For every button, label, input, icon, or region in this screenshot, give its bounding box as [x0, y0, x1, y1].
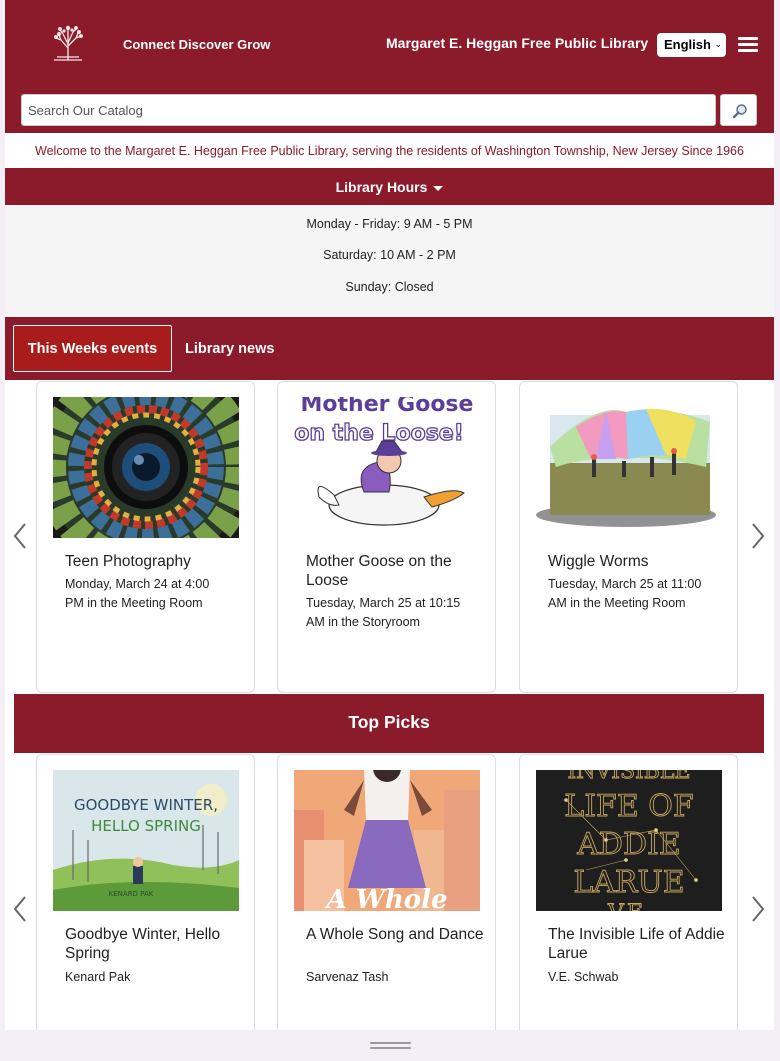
chevron-right-icon[interactable]	[751, 895, 765, 923]
library-tree-logo-icon[interactable]	[51, 24, 85, 62]
hours-weekday: Monday - Friday: 9 AM - 5 PM	[306, 217, 473, 231]
welcome-message: Welcome to the Margaret E. Heggan Free P…	[35, 144, 744, 158]
svg-text:on the Loose!: on the Loose!	[294, 421, 464, 446]
language-select[interactable]: English ⌄	[657, 33, 726, 57]
svg-text:Mother Goose: Mother Goose	[301, 397, 474, 417]
search-button[interactable]	[720, 94, 757, 126]
library-hours-label: Library Hours	[335, 179, 428, 195]
cover-author: KENARD PAK	[109, 890, 154, 898]
cover-title: A Whole	[323, 885, 447, 911]
cover-title-line-2: LIFE OF	[564, 789, 693, 824]
event-card[interactable]: Mother Goose on the Loose! Mother Goose …	[277, 381, 496, 693]
chevron-left-icon[interactable]	[13, 895, 27, 923]
event-detail: Tuesday, March 25 at 11:00 AM in the Mee…	[548, 577, 702, 610]
chevron-down-icon: ⌄	[714, 39, 722, 49]
book-card[interactable]: A Whole A Whole Song and Dance Sarvenaz …	[277, 754, 496, 1030]
book-author: Sarvenaz Tash	[306, 970, 389, 984]
search-bar: Search Our Catalog	[5, 86, 774, 133]
chevron-left-icon[interactable]	[13, 522, 27, 550]
resize-handle[interactable]	[370, 1042, 411, 1050]
event-image-camera-lens	[53, 397, 239, 538]
menu-icon[interactable]	[738, 37, 758, 53]
cover-author: V.E.	[607, 901, 650, 911]
language-select-value: English	[664, 37, 711, 52]
event-card[interactable]: Teen Photography Monday, March 24 at 4:0…	[36, 381, 255, 693]
book-author: V.E. Schwab	[548, 970, 619, 984]
book-title[interactable]: A Whole Song and Dance	[306, 925, 486, 944]
tab-library-news[interactable]: Library news	[185, 341, 274, 357]
event-title[interactable]: Teen Photography	[65, 552, 245, 571]
book-author: Kenard Pak	[65, 970, 131, 984]
event-card[interactable]: Wiggle Worms Tuesday, March 25 at 11:00 …	[519, 381, 738, 693]
book-cover-a-whole-song-and-dance: A Whole	[294, 770, 480, 911]
event-title[interactable]: Wiggle Worms	[548, 552, 728, 571]
cover-title-line-3: ADDIE	[576, 827, 681, 862]
book-title[interactable]: The Invisible Life of Addie Larue	[548, 925, 728, 963]
top-picks-heading: Top Picks	[14, 694, 764, 753]
event-image-mother-goose: Mother Goose on the Loose!	[294, 397, 480, 538]
cover-title-line-2: HELLO SPRING	[91, 817, 201, 835]
event-title[interactable]: Mother Goose on the Loose	[306, 552, 486, 590]
tab-this-weeks-events[interactable]: This Weeks events	[13, 325, 172, 372]
library-name[interactable]: Margaret E. Heggan Free Public Library	[386, 35, 648, 51]
hours-panel: Monday - Friday: 9 AM - 5 PM Saturday: 1…	[5, 205, 774, 317]
cover-title-line-1: GOODBYE WINTER,	[74, 796, 218, 814]
chevron-right-icon[interactable]	[751, 522, 765, 550]
cover-title-line-1: INVISIBLE	[567, 770, 690, 784]
page: Connect Discover Grow Margaret E. Heggan…	[5, 0, 774, 1030]
event-detail: Monday, March 24 at 4:00 PM in the Meeti…	[65, 577, 210, 610]
tabs-bar: This Weeks events Library news	[5, 317, 774, 380]
book-cover-invisible-life-of-addie-larue: INVISIBLE LIFE OF ADDIE LARUE V.E.	[536, 770, 722, 911]
search-input[interactable]: Search Our Catalog	[21, 94, 716, 126]
search-icon	[732, 104, 747, 119]
event-detail: Tuesday, March 25 at 10:15 AM in the Sto…	[306, 596, 461, 629]
hours-sunday: Sunday: Closed	[345, 280, 434, 294]
event-image-wiggle-worms	[536, 397, 722, 538]
book-card[interactable]: GOODBYE WINTER, HELLO SPRING KENARD PAK …	[36, 754, 255, 1030]
site-tagline: Connect Discover Grow	[123, 37, 271, 52]
hours-saturday: Saturday: 10 AM - 2 PM	[323, 248, 456, 262]
caret-down-icon	[433, 185, 444, 191]
book-cover-goodbye-winter: GOODBYE WINTER, HELLO SPRING KENARD PAK	[53, 770, 239, 911]
book-card[interactable]: INVISIBLE LIFE OF ADDIE LARUE V.E. The I…	[519, 754, 738, 1030]
book-title[interactable]: Goodbye Winter, Hello Spring	[65, 925, 245, 963]
cover-title-line-4: LARUE	[573, 865, 684, 900]
site-header: Connect Discover Grow Margaret E. Heggan…	[5, 0, 774, 86]
library-hours-toggle[interactable]: Library Hours	[5, 168, 774, 205]
